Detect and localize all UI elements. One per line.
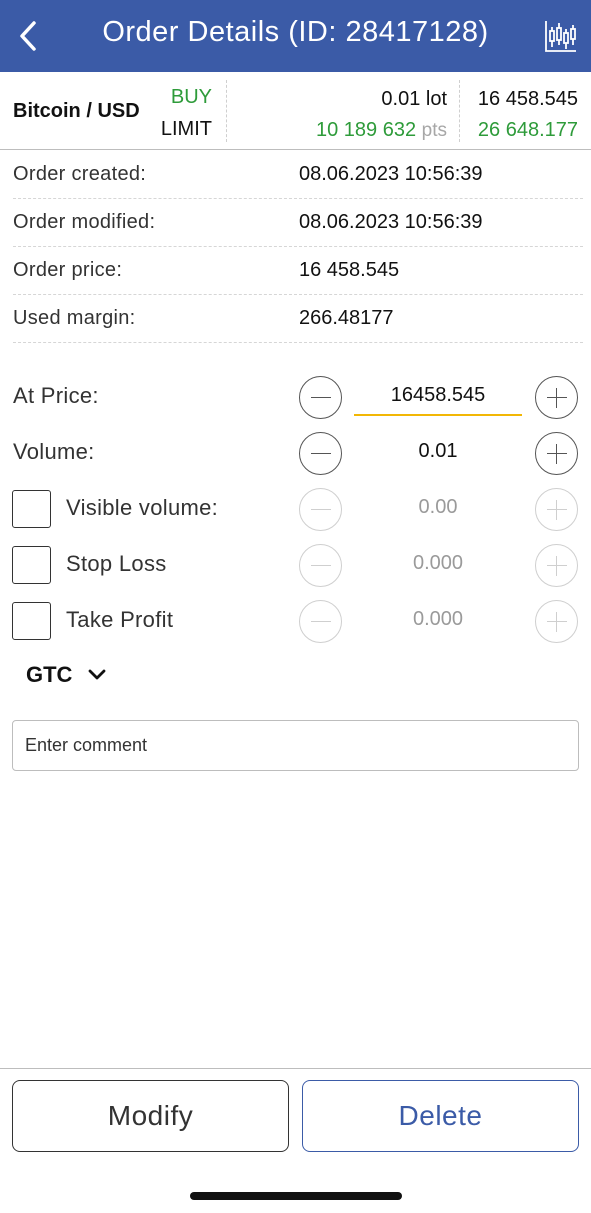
symbol-name: Bitcoin / USD (13, 100, 140, 122)
expiry-value: GTC (26, 662, 73, 687)
take-profit-label: Take Profit (66, 607, 174, 632)
info-row-used-margin: Used margin: 266.48177 (0, 295, 591, 343)
at-price-input[interactable]: 16458.545 (354, 384, 522, 416)
take-profit-decrement-button[interactable] (299, 600, 342, 643)
minus-icon (310, 452, 331, 455)
comment-input[interactable] (12, 720, 579, 771)
stop-loss-checkbox[interactable] (12, 546, 51, 584)
visible-volume-decrement-button[interactable] (299, 488, 342, 531)
home-indicator[interactable] (190, 1192, 402, 1200)
current-price-value: 26 648.177 (477, 119, 578, 141)
minus-icon (310, 396, 331, 399)
points-distance: 10 189 632 pts (316, 119, 447, 142)
take-profit-increment-button[interactable] (535, 600, 578, 643)
visible-volume-checkbox[interactable] (12, 490, 51, 528)
take-profit-checkbox[interactable] (12, 602, 51, 640)
at-price-decrement-button[interactable] (299, 376, 342, 419)
at-price-row: At Price: 16458.545 (0, 371, 591, 423)
visible-volume-input[interactable]: 0.00 (354, 496, 522, 519)
order-summary: Bitcoin / USD BUY LIMIT 0.01 lot 10 189 … (0, 72, 591, 150)
volume-increment-button[interactable] (535, 432, 578, 475)
take-profit-row: Take Profit 0.000 (0, 595, 591, 647)
info-row-order-price: Order price: 16 458.545 (0, 247, 591, 295)
stop-loss-row: Stop Loss 0.000 (0, 539, 591, 591)
info-value: 16 458.545 (299, 259, 400, 281)
volume-decrement-button[interactable] (299, 432, 342, 475)
visible-volume-row: Visible volume: 0.00 (0, 483, 591, 535)
minus-icon (310, 508, 331, 511)
divider (226, 80, 227, 142)
delete-button[interactable]: Delete (302, 1080, 579, 1152)
visible-volume-label: Visible volume: (66, 495, 219, 520)
at-price-increment-button[interactable] (535, 376, 578, 419)
info-row-created: Order created: 08.06.2023 10:56:39 (0, 151, 591, 199)
order-price-value: 16 458.545 (477, 88, 578, 110)
visible-volume-increment-button[interactable] (535, 488, 578, 531)
stop-loss-label: Stop Loss (66, 551, 167, 576)
info-label: Order modified: (13, 211, 156, 233)
at-price-label: At Price: (13, 383, 99, 408)
stop-loss-decrement-button[interactable] (299, 544, 342, 587)
info-label: Order price: (13, 259, 123, 281)
lot-size: 0.01 lot (381, 88, 447, 110)
chart-button[interactable] (540, 16, 582, 56)
order-side: BUY (170, 86, 212, 108)
info-value: 08.06.2023 10:56:39 (299, 211, 483, 233)
candlestick-chart-icon (545, 21, 576, 52)
stop-loss-input[interactable]: 0.000 (354, 552, 522, 575)
chevron-down-icon (89, 669, 106, 680)
modify-button[interactable]: Modify (12, 1080, 289, 1152)
minus-icon (310, 564, 331, 567)
stop-loss-increment-button[interactable] (535, 544, 578, 587)
minus-icon (310, 620, 331, 623)
info-value: 266.48177 (299, 307, 394, 329)
expiry-dropdown[interactable]: GTC (26, 662, 106, 688)
app-header: Order Details (ID: 28417128) (0, 0, 591, 72)
volume-input[interactable]: 0.01 (354, 440, 522, 463)
points-unit: pts (421, 120, 447, 141)
info-value: 08.06.2023 10:56:39 (299, 163, 483, 185)
info-label: Order created: (13, 163, 147, 185)
page-title: Order Details (ID: 28417128) (102, 16, 489, 48)
volume-row: Volume: 0.01 (0, 427, 591, 479)
volume-label: Volume: (13, 439, 95, 464)
take-profit-input[interactable]: 0.000 (354, 608, 522, 631)
divider (0, 1068, 591, 1069)
order-type: LIMIT (160, 118, 212, 140)
info-row-modified: Order modified: 08.06.2023 10:56:39 (0, 199, 591, 247)
divider (459, 80, 460, 142)
info-label: Used margin: (13, 307, 136, 329)
points-value: 10 189 632 (315, 119, 417, 141)
